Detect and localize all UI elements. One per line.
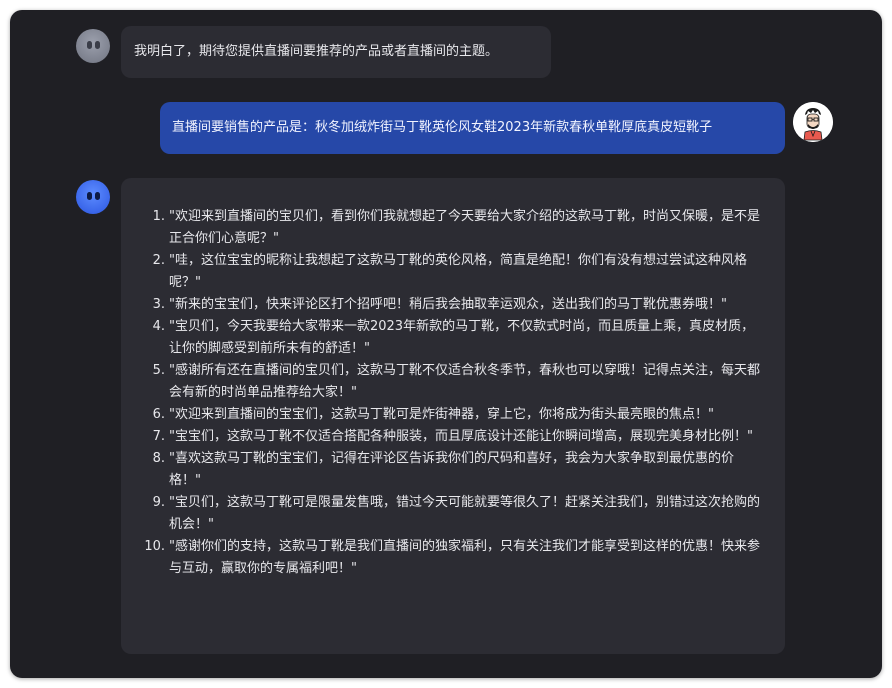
user-avatar-icon: [793, 102, 833, 142]
list-item: 5. "感谢所有还在直播间的宝贝们，这款马丁靴不仅适合秋冬季节，春秋也可以穿哦！记…: [153, 360, 763, 404]
list-item-number: 9.: [152, 495, 165, 510]
list-item-text: "宝宝们，这款马丁靴不仅适合搭配各种服装，而且厚底设计还能让你瞬间增高，展现完美…: [169, 429, 753, 444]
user-message-bubble: 直播间要销售的产品是：秋冬加绒炸街马丁靴英伦风女鞋2023年新款春秋单靴厚底真皮…: [160, 102, 785, 154]
list-item-text: "感谢所有还在直播间的宝贝们，这款马丁靴不仅适合秋冬季节，春秋也可以穿哦！记得点…: [169, 363, 760, 400]
list-item-text: "哇，这位宝宝的昵称让我想起了这款马丁靴的英伦风格，简直是绝配！你们有没有想过尝…: [169, 253, 747, 290]
list-item-number: 3.: [152, 297, 165, 312]
list-item-text: "感谢你们的支持，这款马丁靴是我们直播间的独家福利，只有关注我们才能享受到这样的…: [169, 539, 760, 576]
list-item-text: "欢迎来到直播间的宝宝们，这款马丁靴可是炸街神器，穿上它，你将成为街头最亮眼的焦…: [169, 407, 714, 422]
reply-list: 1. "欢迎来到直播间的宝贝们，看到你们我就想起了今天要给大家介绍的这款马丁靴，时…: [143, 206, 763, 580]
list-item: 7. "宝宝们，这款马丁靴不仅适合搭配各种服装，而且厚底设计还能让你瞬间增高，展现…: [153, 426, 763, 448]
list-item-text: "欢迎来到直播间的宝贝们，看到你们我就想起了今天要给大家介绍的这款马丁靴，时尚又…: [169, 209, 760, 246]
list-item: 9. "宝贝们，这款马丁靴可是限量发售哦，错过今天可能就要等很久了！赶紧关注我们，…: [153, 492, 763, 536]
user-message-text: 直播间要销售的产品是：秋冬加绒炸街马丁靴英伦风女鞋2023年新款春秋单靴厚底真皮…: [172, 120, 713, 135]
list-item-text: "宝贝们，这款马丁靴可是限量发售哦，错过今天可能就要等很久了！赶紧关注我们，别错…: [169, 495, 760, 532]
list-item-number: 7.: [152, 429, 165, 444]
list-item-text: "喜欢这款马丁靴的宝宝们，记得在评论区告诉我你们的尺码和喜好，我会为大家争取到最…: [169, 451, 734, 488]
list-item: 4. "宝贝们，今天我要给大家带来一款2023年新款的马丁靴，不仅款式时尚，而且质…: [153, 316, 763, 360]
list-item: 1. "欢迎来到直播间的宝贝们，看到你们我就想起了今天要给大家介绍的这款马丁靴，时…: [153, 206, 763, 250]
bot-eye-right: [95, 192, 100, 200]
user-avatar-illustration: [793, 102, 833, 142]
list-item-number: 6.: [152, 407, 165, 422]
list-item: 10. "感谢你们的支持，这款马丁靴是我们直播间的独家福利，只有关注我们才能享受到…: [144, 536, 763, 580]
list-item-text: "宝贝们，今天我要给大家带来一款2023年新款的马丁靴，不仅款式时尚，而且质量上…: [169, 319, 755, 356]
list-item-number: 10.: [144, 539, 165, 554]
list-item: 3. "新来的宝宝们，快来评论区打个招呼吧！稍后我会抽取幸运观众，送出我们的马丁靴…: [153, 294, 763, 316]
list-item-number: 4.: [152, 319, 165, 334]
bot-eye-left: [87, 192, 92, 200]
list-item-text: "新来的宝宝们，快来评论区打个招呼吧！稍后我会抽取幸运观众，送出我们的马丁靴优惠…: [169, 297, 727, 312]
bot-message-text: 我明白了，期待您提供直播间要推荐的产品或者直播间的主题。: [134, 44, 499, 59]
list-item: 8. "喜欢这款马丁靴的宝宝们，记得在评论区告诉我你们的尺码和喜好，我会为大家争取…: [153, 448, 763, 492]
list-item: 6. "欢迎来到直播间的宝宝们，这款马丁靴可是炸街神器，穿上它，你将成为街头最亮眼…: [153, 404, 763, 426]
bot-eye-right: [95, 41, 100, 49]
bot-avatar-icon: [76, 29, 110, 63]
list-item-number: 5.: [152, 363, 165, 378]
list-item-number: 1.: [152, 209, 165, 224]
bot-reply-bubble: 1. "欢迎来到直播间的宝贝们，看到你们我就想起了今天要给大家介绍的这款马丁靴，时…: [121, 178, 785, 654]
chat-window: 我明白了，期待您提供直播间要推荐的产品或者直播间的主题。 直播间要销售的产品是：…: [10, 10, 882, 678]
bot-avatar-icon: [76, 180, 110, 214]
list-item-number: 8.: [152, 451, 165, 466]
list-item-number: 2.: [152, 253, 165, 268]
list-item: 2. "哇，这位宝宝的昵称让我想起了这款马丁靴的英伦风格，简直是绝配！你们有没有想…: [153, 250, 763, 294]
bot-message-bubble: 我明白了，期待您提供直播间要推荐的产品或者直播间的主题。: [121, 26, 551, 78]
bot-eye-left: [87, 41, 92, 49]
